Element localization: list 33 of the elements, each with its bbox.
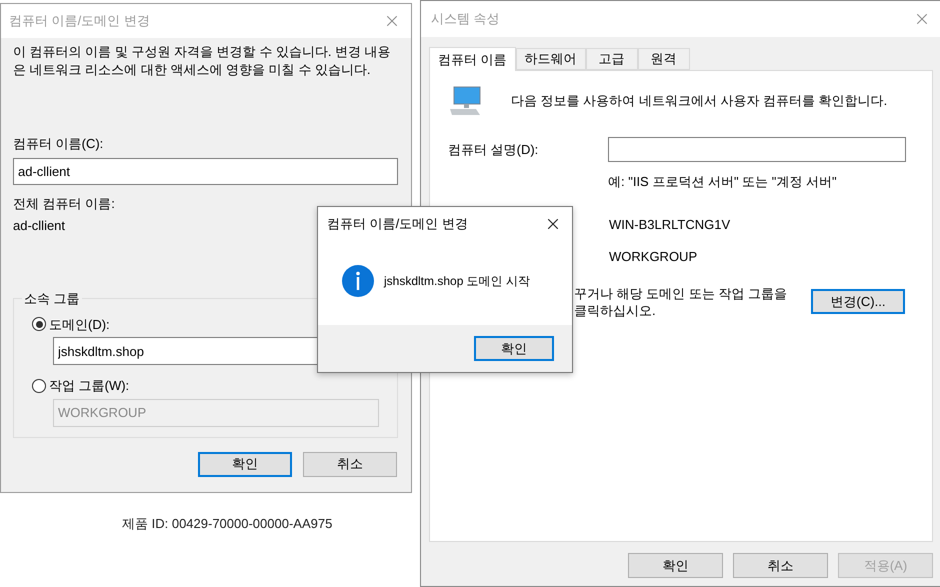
radio-label: 도메인(D): [49, 316, 110, 334]
dialog-button[interactable]: 확인 [474, 336, 554, 361]
workgroup-value: WORKGROUP [609, 248, 698, 266]
field-label: 전체 컴퓨터 이름: [13, 194, 115, 212]
dialog-button[interactable]: 취소 [303, 452, 397, 476]
tab[interactable]: 고급 [586, 48, 638, 70]
tab[interactable]: 원격 [638, 48, 690, 70]
product-id-text: 제품 ID: 00429-70000-00000-AA975 [122, 515, 332, 533]
field-label: 컴퓨터 설명(D): [448, 140, 540, 159]
dialog-button[interactable]: 취소 [733, 553, 828, 578]
radio-button[interactable] [32, 317, 46, 332]
window-title: 컴퓨터 이름/도메인 변경 [9, 12, 150, 30]
tab[interactable]: 컴퓨터 이름 [429, 47, 516, 71]
dialog-button[interactable]: 확인 [198, 452, 292, 476]
radio-button[interactable] [32, 378, 46, 393]
window-title: 컴퓨터 이름/도메인 변경 [327, 215, 468, 234]
full-name-value: ad-cllient [13, 217, 66, 235]
description-text: 이 컴퓨터의 이름 및 구성원 자격을 변경할 수 있습니다. 변경 내용은 네트워크 리소스에 대한 액세스에 영향을 미칠 수 있습니다. [13, 43, 392, 79]
instruction-text: 클릭하십시오. [574, 302, 657, 318]
message-text: jshskdltm.shop 도메인 시작 [384, 273, 530, 290]
radio-label: 작업 그룹(W): [49, 377, 130, 395]
info-icon [342, 265, 374, 297]
dialog-button[interactable]: 변경(C)... [811, 289, 905, 314]
instruction-text: 꾸거나 해당 도메인 또는 작업 그룹을 [574, 284, 788, 302]
input-field[interactable] [608, 137, 906, 162]
input-field[interactable]: ad-cllient [13, 158, 398, 184]
intro-text: 다음 정보를 사용하여 네트워크에서 사용자 컴퓨터를 확인합니다. [511, 92, 888, 110]
window-title: 시스템 속성 [431, 10, 500, 28]
field-label: 컴퓨터 이름(C): [13, 135, 104, 153]
tab[interactable]: 하드웨어 [516, 48, 586, 70]
hint-text: 예: "IIS 프로덕션 서버" 또는 "계정 서버" [608, 173, 838, 191]
dialog-button[interactable]: 확인 [628, 553, 723, 578]
full-computer-name-value: WIN-B3LRLTCNG1V [609, 216, 732, 234]
